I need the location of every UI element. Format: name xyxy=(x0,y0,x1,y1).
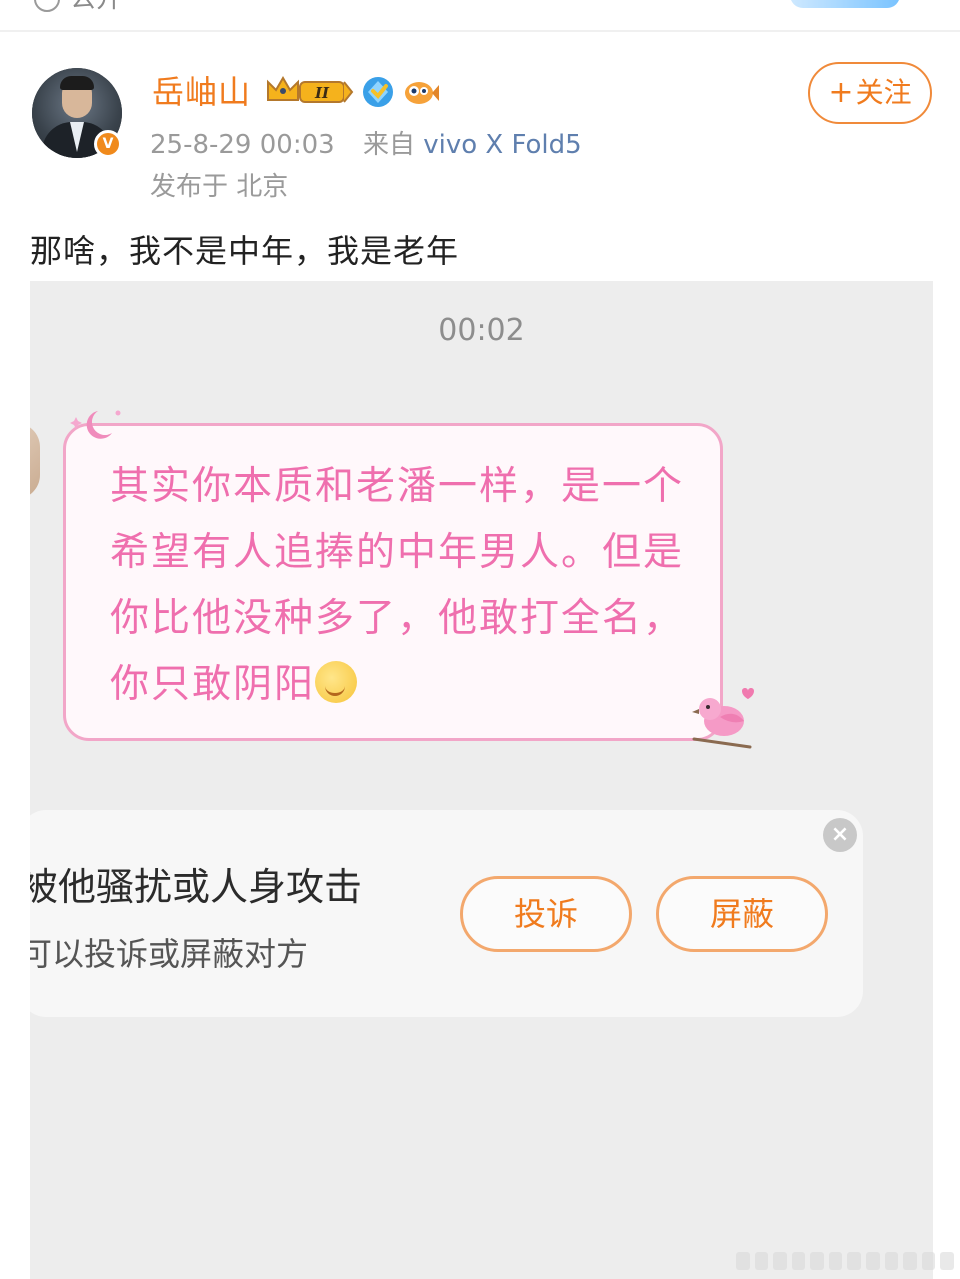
chat-message: 其实你本质和老潘一样，是一个希望有人追捧的中年男人。但是你比他没种多了，他敢打全… xyxy=(110,454,690,718)
alert-subtitle: 可以投诉或屏蔽对方 xyxy=(30,935,309,973)
follow-button[interactable]: +关注 xyxy=(808,62,932,124)
block-button[interactable]: 屏蔽 xyxy=(656,876,828,952)
chat-message-text: 其实你本质和老潘一样，是一个希望有人追捧的中年男人。但是你比他没种多了，他敢打全… xyxy=(110,464,685,707)
fish-badge-icon[interactable] xyxy=(402,76,440,108)
chat-avatar xyxy=(30,423,40,499)
verified-icon: V xyxy=(94,130,122,158)
crown-level-icon[interactable]: II xyxy=(264,74,354,108)
report-button[interactable]: 投诉 xyxy=(460,876,632,952)
alert-title: 被他骚扰或人身攻击 xyxy=(30,865,363,909)
level-badge-text: II xyxy=(314,84,330,102)
post-location: 发布于 北京 xyxy=(150,172,289,202)
visibility-label: 公开 xyxy=(70,0,122,12)
device-link[interactable]: vivo X Fold5 xyxy=(423,130,581,160)
watermark xyxy=(736,1252,954,1272)
chat-timestamp: 00:02 xyxy=(438,313,525,348)
visibility-icon xyxy=(34,0,60,12)
post-meta: 25-8-29 00:03 来自 vivo X Fold5 xyxy=(150,128,582,162)
top-strip: 公开 xyxy=(0,0,960,22)
post-image[interactable]: 00:02 其实你本质和老潘一样，是一个希望有人追捧的中年男人。但是你比他没种多… xyxy=(30,281,933,1279)
source-prefix: 来自 xyxy=(362,130,415,160)
plus-icon: + xyxy=(828,75,854,110)
blue-diamond-badge-icon[interactable] xyxy=(362,76,394,108)
top-decoration xyxy=(790,0,900,8)
follow-label: 关注 xyxy=(855,76,912,109)
post-text: 那啥，我不是中年，我是老年 xyxy=(30,232,460,270)
moon-sticker-icon xyxy=(70,410,121,439)
author-name[interactable]: 岳岫山 xyxy=(152,72,251,112)
close-icon[interactable]: × xyxy=(823,818,857,852)
divider xyxy=(0,30,960,32)
post-time: 25-8-29 00:03 xyxy=(150,130,335,160)
smile-emoji-icon xyxy=(315,661,358,703)
harassment-alert-card: 被他骚扰或人身攻击 可以投诉或屏蔽对方 投诉 屏蔽 × xyxy=(30,810,863,1017)
pink-bird-sticker-icon xyxy=(692,688,754,749)
chat-bubble: 其实你本质和老潘一样，是一个希望有人追捧的中年男人。但是你比他没种多了，他敢打全… xyxy=(63,423,723,741)
